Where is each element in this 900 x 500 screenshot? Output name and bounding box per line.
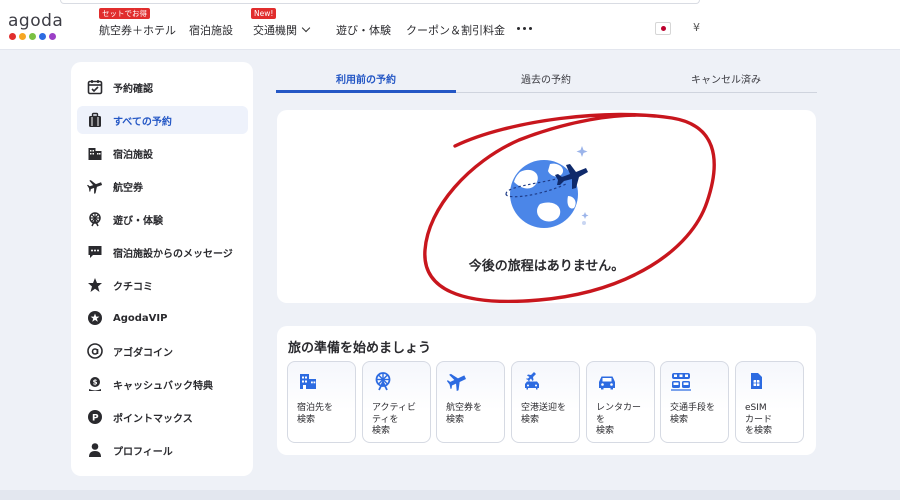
sidebar-item-flights[interactable]: 航空券 [77,172,248,200]
sidebar-item-label: アゴダコイン [113,347,173,359]
tile-search-esim[interactable]: eSIM カード を検索 [735,361,804,443]
tile-search-car-rental[interactable]: レンタカー を 検索 [586,361,655,443]
plane-icon [446,371,467,392]
empty-state-card: 今後の旅程はありません。 [277,110,816,303]
nav-transport[interactable]: 交通機関 [253,22,311,38]
chevron-down-icon [301,23,311,33]
sidebar-item-cashback[interactable]: $ キャッシュバック特典 [77,370,248,398]
sidebar-item-label: 航空券 [113,182,143,194]
sidebar-item-label: キャッシュバック特典 [113,380,213,392]
tile-label: 宿泊先を 検索 [297,403,334,425]
sidebar-item-label: すべての予約 [113,116,172,128]
page-footer-band [0,490,900,500]
sidebar-item-label: クチコミ [113,281,153,293]
top-header: agoda セットでお得 航空券＋ホテル 宿泊施設 New! 交通機関 遊び・体… [0,0,900,50]
hotel-icon [298,371,318,391]
nav-accommodation[interactable]: 宿泊施設 [189,22,233,38]
more-dots-icon[interactable] [517,27,532,30]
sidebar-item-agoda-coins[interactable]: アゴダコイン [77,337,248,365]
ferris-wheel-icon [87,211,103,227]
tab-active-indicator [276,90,456,93]
nav-activities[interactable]: 遊び・体験 [336,22,391,38]
esim-icon [746,371,766,391]
sidebar-item-label: 宿泊施設 [113,149,153,161]
nav-badge-new: New! [251,8,277,19]
logo-dot [49,33,56,40]
agoda-logo[interactable]: agoda [8,12,63,40]
logo-dots [8,33,63,40]
japan-flag-icon[interactable] [655,22,671,35]
nav-flight-hotel[interactable]: 航空券＋ホテル [99,22,176,38]
tile-search-accommodation[interactable]: 宿泊先を 検索 [287,361,356,443]
booking-tabs: 利用前の予約 過去の予約 キャンセル済み [276,62,817,93]
sidebar-item-messages[interactable]: 宿泊施設からのメッセージ [77,238,248,266]
tile-search-activities[interactable]: アクティビ ティを 検索 [362,361,431,443]
prep-title: 旅の準備を始めましょう [288,341,432,356]
sidebar-item-booking-check[interactable]: 予約確認 [77,73,248,101]
sidebar-item-label: AgodaVIP [113,312,168,324]
sidebar-item-agodavip[interactable]: AgodaVIP [77,304,248,332]
tile-label: 空港送迎を 検索 [521,403,567,425]
logo-text: agoda [8,11,64,31]
logo-dot [19,33,26,40]
tile-label: 航空券を 検索 [446,403,483,425]
building-icon [87,145,103,161]
ferris-wheel-icon [373,371,393,391]
tile-search-airport-transfer[interactable]: 空港送迎を 検索 [511,361,580,443]
sidebar-item-activities[interactable]: 遊び・体験 [77,205,248,233]
pointsmax-icon: P [87,409,103,425]
sidebar-item-label: ポイントマックス [113,413,193,425]
calendar-check-icon [87,79,103,95]
sidebar-item-pointsmax[interactable]: P ポイントマックス [77,403,248,431]
nav-coupons[interactable]: クーポン＆割引料金 [406,22,505,38]
sidebar-item-label: 遊び・体験 [113,215,163,227]
globe-plane-icon [505,146,589,228]
sidebar-item-accommodation[interactable]: 宿泊施設 [77,139,248,167]
chat-bubble-icon [87,244,103,260]
train-bus-icon [671,371,691,391]
plane-icon [87,178,103,194]
logo-dot [29,33,36,40]
nav-badge-set-deal: セットでお得 [99,8,150,19]
tab-past[interactable]: 過去の予約 [456,71,636,86]
tile-label: eSIM カード を検索 [745,403,773,436]
sidebar-item-all-bookings[interactable]: すべての予約 [77,106,248,134]
sidebar-item-profile[interactable]: プロフィール [77,436,248,464]
logo-dot [9,33,16,40]
person-icon [87,442,103,458]
sidebar-item-label: プロフィール [113,446,173,458]
tile-label: レンタカー を 検索 [596,403,642,436]
account-sidebar: 予約確認 すべての予約 宿泊施設 航空券 遊び・体験 宿泊施設からのメッセージ [71,62,253,476]
tile-search-flights[interactable]: 航空券を 検索 [436,361,505,443]
trip-prep-card: 旅の準備を始めましょう 宿泊先を 検索 アクティビ ティを 検索 航空券を 検索… [277,326,816,455]
sidebar-item-label: 予約確認 [113,83,153,95]
star-icon [87,277,103,293]
tab-cancelled[interactable]: キャンセル済み [636,71,816,86]
airport-transfer-icon [522,371,542,391]
sidebar-item-label: 宿泊施設からのメッセージ [113,248,233,260]
tile-search-transport[interactable]: 交通手段を 検索 [660,361,729,443]
logo-dot [39,33,46,40]
agoda-coin-icon [87,343,103,359]
luggage-icon [87,112,103,128]
cashback-icon: $ [87,376,103,392]
svg-text:P: P [92,414,99,424]
empty-state-message: 今後の旅程はありません。 [468,259,625,274]
browser-bar-edge [60,0,700,4]
tile-label: 交通手段を 検索 [670,403,716,425]
tile-label: アクティビ ティを 検索 [372,403,417,436]
nav-transport-label: 交通機関 [253,24,297,37]
svg-text:$: $ [93,379,98,387]
currency-selector[interactable]: ¥ [693,21,700,34]
car-icon [597,371,617,391]
vip-star-icon [87,310,103,326]
sidebar-item-reviews[interactable]: クチコミ [77,271,248,299]
tab-upcoming[interactable]: 利用前の予約 [276,71,456,86]
